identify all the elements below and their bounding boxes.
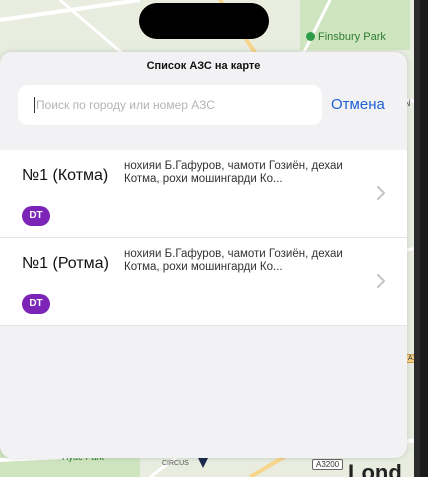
search-input[interactable] bbox=[36, 85, 316, 125]
map-label-finsbury-park: Finsbury Park bbox=[306, 31, 386, 43]
chevron-right-icon bbox=[377, 186, 385, 200]
dynamic-island bbox=[139, 3, 269, 39]
station-address: нохияи Б.Гафуров, чамоти Гозиён, дехаи К… bbox=[124, 248, 343, 273]
sheet-title: Список АЗС на карте bbox=[146, 60, 261, 72]
text-cursor bbox=[34, 97, 35, 113]
station-list-item[interactable]: №1 (Котма) нохияи Б.Гафуров, чамоти Гози… bbox=[0, 150, 407, 238]
map-label-city: Lond bbox=[348, 460, 402, 477]
station-name: №1 (Котма) bbox=[22, 167, 109, 184]
chevron-right-icon bbox=[377, 274, 385, 288]
map-label-circus: CIRCUS bbox=[162, 460, 189, 467]
station-name: №1 (Ротма) bbox=[22, 255, 109, 272]
station-address: нохияи Б.Гафуров, чамоти Гозиён, дехаи К… bbox=[124, 160, 343, 185]
fuel-type-badge: DT bbox=[22, 206, 50, 226]
device-frame-inner bbox=[414, 0, 420, 477]
fuel-type-badge: DT bbox=[22, 294, 50, 314]
station-list-sheet: Список АЗС на карте Отмена №1 (Котма) но… bbox=[0, 52, 407, 458]
station-list: №1 (Котма) нохияи Б.Гафуров, чамоти Гози… bbox=[0, 150, 407, 326]
map-road-a3200: A3200 bbox=[312, 459, 344, 470]
station-list-item[interactable]: №1 (Ротма) нохияи Б.Гафуров, чамоти Гози… bbox=[0, 238, 407, 326]
search-box[interactable] bbox=[18, 85, 322, 125]
cancel-button[interactable]: Отмена bbox=[331, 96, 385, 113]
